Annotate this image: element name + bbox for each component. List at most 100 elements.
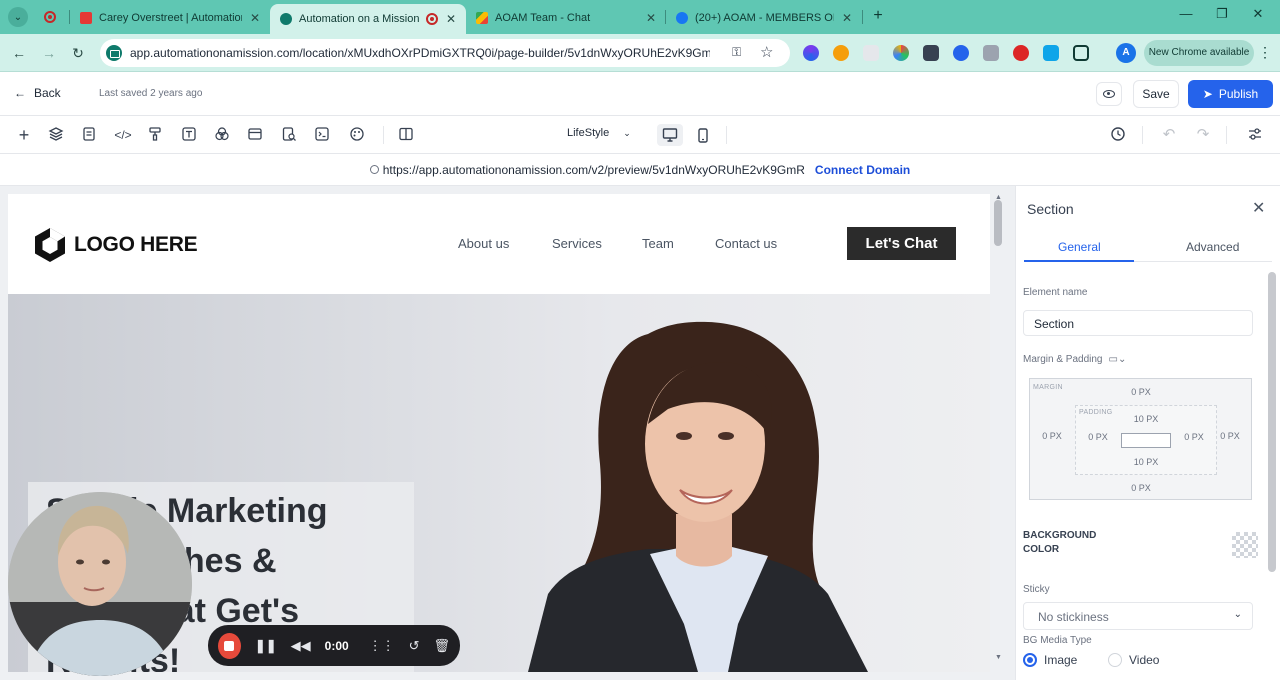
site-header-section[interactable]: LOGO HERE About us Services Team Contact…: [8, 194, 990, 294]
section-layout-icon[interactable]: [247, 126, 265, 144]
tab-close-icon[interactable]: ✕: [842, 11, 852, 25]
extensions-puzzle-icon[interactable]: [1073, 45, 1089, 61]
extension-icon[interactable]: [1013, 45, 1029, 61]
media-radio-video[interactable]: Video: [1108, 653, 1159, 667]
margin-padding-label: Margin & Padding: [1023, 354, 1103, 365]
minimize-icon[interactable]: —: [1174, 6, 1198, 21]
paint-roller-icon[interactable]: [147, 126, 165, 144]
form-search-icon[interactable]: [281, 126, 299, 144]
panel-scrollbar[interactable]: [1268, 272, 1276, 572]
nav-link-contact[interactable]: Contact us: [715, 236, 777, 251]
toolbar-divider: [383, 126, 384, 144]
background-color-swatch[interactable]: [1232, 532, 1258, 558]
extension-icon[interactable]: [983, 45, 999, 61]
back-arrow-icon[interactable]: ←: [8, 42, 30, 64]
reload-icon[interactable]: ↻: [67, 42, 89, 64]
new-tab-plus-icon[interactable]: +: [868, 6, 888, 26]
scroll-down-icon[interactable]: ▼: [995, 654, 1002, 661]
extension-icon[interactable]: [833, 45, 849, 61]
publish-button[interactable]: ➤ Publish: [1188, 80, 1273, 108]
browser-tab-1[interactable]: Carey Overstreet | Automation ✕: [70, 4, 270, 32]
nav-link-services[interactable]: Services: [552, 236, 602, 251]
toolbar-divider: [1226, 126, 1227, 144]
webcam-bubble[interactable]: [8, 492, 192, 676]
padding-bottom-value[interactable]: 10 PX: [1128, 457, 1164, 468]
layers-icon[interactable]: [48, 126, 66, 144]
padding-left-value[interactable]: 0 PX: [1088, 432, 1108, 443]
sticky-select[interactable]: No stickiness ⌄: [1023, 602, 1253, 630]
password-key-icon[interactable]: ⚿: [732, 45, 741, 60]
tab-close-icon[interactable]: ✕: [250, 11, 260, 25]
margin-top-value[interactable]: 0 PX: [1126, 387, 1156, 398]
connect-domain-link[interactable]: Connect Domain: [815, 163, 910, 177]
history-icon[interactable]: [1110, 126, 1128, 144]
back-button[interactable]: ← Back: [14, 86, 61, 100]
nav-link-team[interactable]: Team: [642, 236, 674, 251]
chrome-menu-icon[interactable]: ⋮: [1258, 44, 1272, 61]
text-icon[interactable]: [181, 126, 199, 144]
browser-tab-3[interactable]: AOAM Team - Chat ✕: [466, 4, 666, 32]
undo-icon[interactable]: ↶: [1160, 126, 1178, 144]
grid-dots-icon[interactable]: ⋮⋮: [369, 638, 395, 654]
restart-icon[interactable]: ↺: [409, 638, 420, 654]
site-logo[interactable]: LOGO HERE: [32, 226, 198, 264]
pause-icon[interactable]: ❚❚: [255, 638, 277, 654]
extension-icon[interactable]: [1043, 45, 1059, 61]
rewind-icon[interactable]: ◀◀: [291, 638, 311, 654]
margin-left-value[interactable]: 0 PX: [1040, 431, 1064, 442]
margin-right-value[interactable]: 0 PX: [1218, 431, 1242, 442]
extension-icon[interactable]: [803, 45, 819, 61]
tab-close-icon[interactable]: ✕: [446, 12, 456, 26]
address-bar[interactable]: app.automationonamission.com/location/xM…: [100, 39, 790, 67]
redo-icon[interactable]: ↷: [1194, 126, 1212, 144]
extension-icon[interactable]: [863, 45, 879, 61]
padding-top-value[interactable]: 10 PX: [1128, 414, 1164, 425]
extension-icon[interactable]: [893, 45, 909, 61]
preview-url[interactable]: https://app.automationonamission.com/v2/…: [369, 163, 805, 177]
canvas-scrollbar[interactable]: ▲ ▼: [994, 194, 1004, 672]
canvas-scrollbar-thumb[interactable]: [994, 200, 1002, 246]
extension-icon[interactable]: [953, 45, 969, 61]
settings-sliders-icon[interactable]: [1247, 126, 1265, 144]
desktop-view-button[interactable]: [657, 124, 683, 146]
forward-arrow-icon[interactable]: →: [38, 42, 60, 64]
media-radio-image[interactable]: Image: [1023, 653, 1077, 667]
nav-link-about[interactable]: About us: [458, 236, 509, 251]
preview-button[interactable]: [1096, 82, 1122, 106]
pages-icon[interactable]: [81, 126, 99, 144]
new-chrome-available-button[interactable]: New Chrome available: [1144, 40, 1254, 66]
window-close-icon[interactable]: ✕: [1246, 6, 1270, 22]
terminal-icon[interactable]: [314, 126, 332, 144]
split-view-icon[interactable]: [398, 126, 416, 144]
save-button[interactable]: Save: [1133, 80, 1179, 108]
color-circles-icon[interactable]: [214, 126, 232, 144]
facebook-favicon-icon: [676, 12, 688, 24]
stop-recording-button[interactable]: [218, 632, 241, 659]
profile-avatar[interactable]: A: [1116, 43, 1136, 63]
device-monitor-icon[interactable]: ▭⌄: [1109, 354, 1127, 365]
browser-tab-4[interactable]: (20+) AOAM - MEMBERS ONLY ✕: [666, 4, 862, 32]
recording-tab-icon[interactable]: [44, 11, 56, 23]
trash-icon[interactable]: 🗑: [433, 638, 450, 654]
maximize-icon[interactable]: ❐: [1210, 6, 1234, 22]
tab-search-chevron-icon[interactable]: ⌄: [8, 7, 28, 27]
site-info-icon[interactable]: [106, 45, 122, 61]
tab-advanced[interactable]: Advanced: [1186, 240, 1239, 254]
lets-chat-button[interactable]: Let's Chat: [847, 227, 956, 260]
padding-right-value[interactable]: 0 PX: [1184, 432, 1204, 443]
address-url[interactable]: app.automationonamission.com/location/xM…: [130, 46, 710, 60]
element-name-input[interactable]: Section: [1023, 310, 1253, 336]
panel-close-icon[interactable]: ✕: [1252, 198, 1265, 218]
section-settings-panel: Section ✕ General Advanced Element name …: [1015, 186, 1280, 680]
add-element-plus-icon[interactable]: +: [15, 126, 33, 144]
extension-icon[interactable]: [923, 45, 939, 61]
theme-dropdown[interactable]: LifeStyle ⌄: [560, 127, 631, 139]
code-icon[interactable]: </>: [114, 126, 132, 144]
tab-general[interactable]: General: [1058, 240, 1101, 254]
bookmark-star-icon[interactable]: ☆: [760, 43, 773, 61]
margin-bottom-value[interactable]: 0 PX: [1126, 483, 1156, 494]
palette-icon[interactable]: [349, 126, 367, 144]
mobile-view-button[interactable]: [690, 124, 716, 146]
browser-tab-2-active[interactable]: Automation on a Mission ✕: [270, 4, 466, 34]
tab-close-icon[interactable]: ✕: [646, 11, 656, 25]
